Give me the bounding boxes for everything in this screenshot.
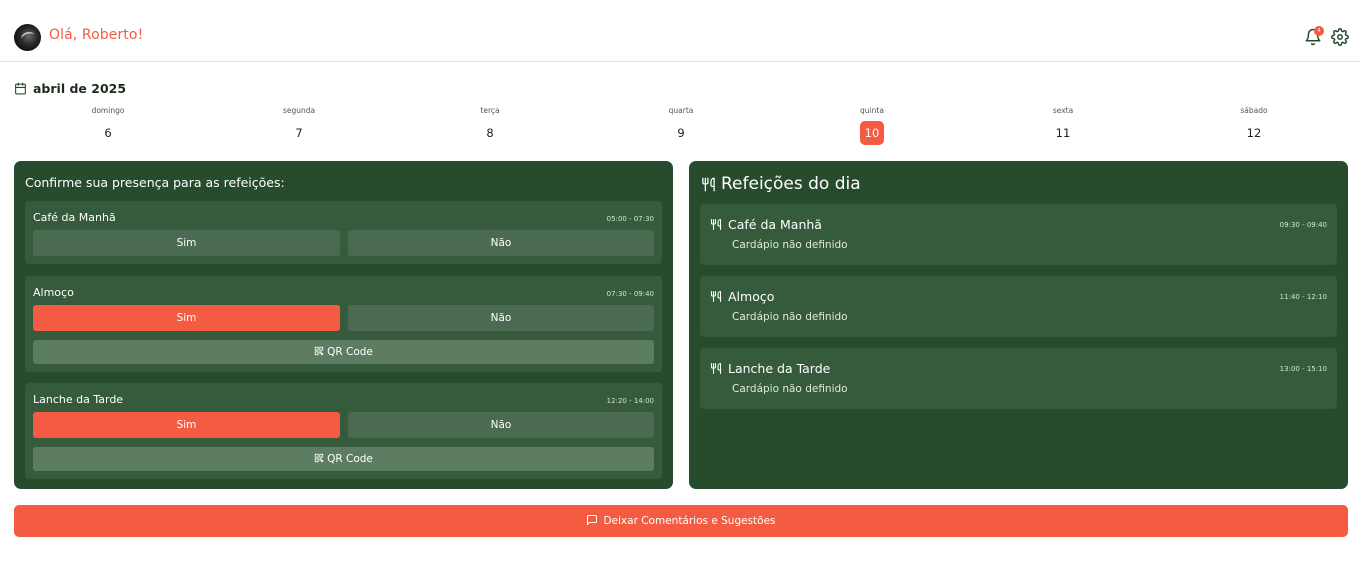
daily-meals-panel: Refeições do dia Café da Manhã 09:30 - 0… <box>689 161 1348 489</box>
user-avatar[interactable] <box>14 24 41 51</box>
attendance-panel: Confirme sua presença para as refeições:… <box>14 161 673 489</box>
utensils-icon <box>710 218 722 230</box>
daily-meal-snack: Lanche da Tarde 13:00 - 15:10 Cardápio n… <box>700 348 1337 409</box>
meal-time: 11:40 - 12:10 <box>1279 293 1327 301</box>
meal-menu: Cardápio não definido <box>732 311 848 323</box>
qr-code-button[interactable]: QR Code <box>33 340 654 364</box>
meal-menu: Cardápio não definido <box>732 239 848 251</box>
attendance-title: Confirme sua presença para as refeições: <box>25 175 285 190</box>
notification-badge: 4 <box>1314 26 1324 36</box>
day-name: sábado <box>1240 106 1268 115</box>
day-number: 8 <box>486 126 494 140</box>
day-number: 9 <box>677 126 685 140</box>
day-number: 12 <box>1246 126 1262 140</box>
day-name: sexta <box>1052 106 1074 115</box>
day-name: domingo <box>91 106 125 115</box>
utensils-icon <box>710 290 722 302</box>
no-button[interactable]: Não <box>348 305 654 331</box>
month-label: abril de 2025 <box>33 80 127 96</box>
daily-meal-lunch: Almoço 11:40 - 12:10 Cardápio não defini… <box>700 276 1337 337</box>
calendar-icon <box>15 82 26 94</box>
meal-time: 07:30 - 09:40 <box>606 290 654 298</box>
meal-time: 05:00 - 07:30 <box>606 215 654 223</box>
yes-button[interactable]: Sim <box>33 230 340 256</box>
greeting-text: Olá, Roberto! <box>49 27 144 43</box>
day-name: quarta <box>668 106 694 115</box>
qr-code-icon <box>314 346 324 356</box>
day-number-selected: 10 <box>860 121 884 145</box>
day-tuesday[interactable]: terça 8 <box>460 106 520 145</box>
day-number: 6 <box>104 126 112 140</box>
qr-code-button[interactable]: QR Code <box>33 447 654 471</box>
day-wednesday[interactable]: quarta 9 <box>651 106 711 145</box>
message-icon <box>587 515 598 525</box>
daily-meals-title: Refeições do dia <box>721 174 861 194</box>
day-name: terça <box>480 106 500 115</box>
meal-name: Lanche da Tarde <box>33 393 124 406</box>
gear-icon[interactable] <box>1331 28 1349 46</box>
no-button[interactable]: Não <box>348 412 654 438</box>
attendance-card-snack: Lanche da Tarde 12:20 - 14:00 Sim Não QR… <box>25 383 662 479</box>
daily-meal-breakfast: Café da Manhã 09:30 - 09:40 Cardápio não… <box>700 204 1337 265</box>
day-name: quinta <box>860 106 884 115</box>
feedback-button[interactable]: Deixar Comentários e Sugestões <box>14 505 1348 537</box>
meal-header: Lanche da Tarde <box>710 360 830 376</box>
qr-code-label: QR Code <box>327 453 373 465</box>
meal-header: Café da Manhã <box>710 216 822 232</box>
meal-name: Almoço <box>33 286 74 299</box>
attendance-card-breakfast: Café da Manhã 05:00 - 07:30 Sim Não <box>25 201 662 264</box>
meal-name: Café da Manhã <box>33 211 116 224</box>
day-number: 11 <box>1055 126 1071 140</box>
day-monday[interactable]: segunda 7 <box>269 106 329 145</box>
month-header: abril de 2025 <box>14 80 126 96</box>
no-button[interactable]: Não <box>348 230 654 256</box>
meal-name: Lanche da Tarde <box>728 360 831 376</box>
utensils-icon <box>710 362 722 374</box>
yes-button[interactable]: Sim <box>33 412 340 438</box>
day-number: 7 <box>295 126 303 140</box>
day-sunday[interactable]: domingo 6 <box>78 106 138 145</box>
day-name: segunda <box>282 106 316 115</box>
day-friday[interactable]: sexta 11 <box>1033 106 1093 145</box>
qr-code-icon <box>314 453 324 463</box>
top-bar: Olá, Roberto! 4 <box>0 0 1361 62</box>
daily-meals-header: Refeições do dia <box>701 173 861 195</box>
meal-header: Almoço <box>710 288 774 304</box>
meal-name: Almoço <box>728 288 775 304</box>
meal-time: 13:00 - 15:10 <box>1279 365 1327 373</box>
meal-menu: Cardápio não definido <box>732 383 848 395</box>
qr-code-label: QR Code <box>327 346 373 358</box>
meal-name: Café da Manhã <box>728 216 822 232</box>
day-thursday[interactable]: quinta 10 <box>842 106 902 145</box>
attendance-card-lunch: Almoço 07:30 - 09:40 Sim Não QR Code <box>25 276 662 372</box>
day-saturday[interactable]: sábado 12 <box>1224 106 1284 145</box>
meal-time: 12:20 - 14:00 <box>606 397 654 405</box>
meal-time: 09:30 - 09:40 <box>1279 221 1327 229</box>
feedback-label: Deixar Comentários e Sugestões <box>603 515 776 527</box>
yes-button[interactable]: Sim <box>33 305 340 331</box>
utensils-icon <box>702 177 715 191</box>
